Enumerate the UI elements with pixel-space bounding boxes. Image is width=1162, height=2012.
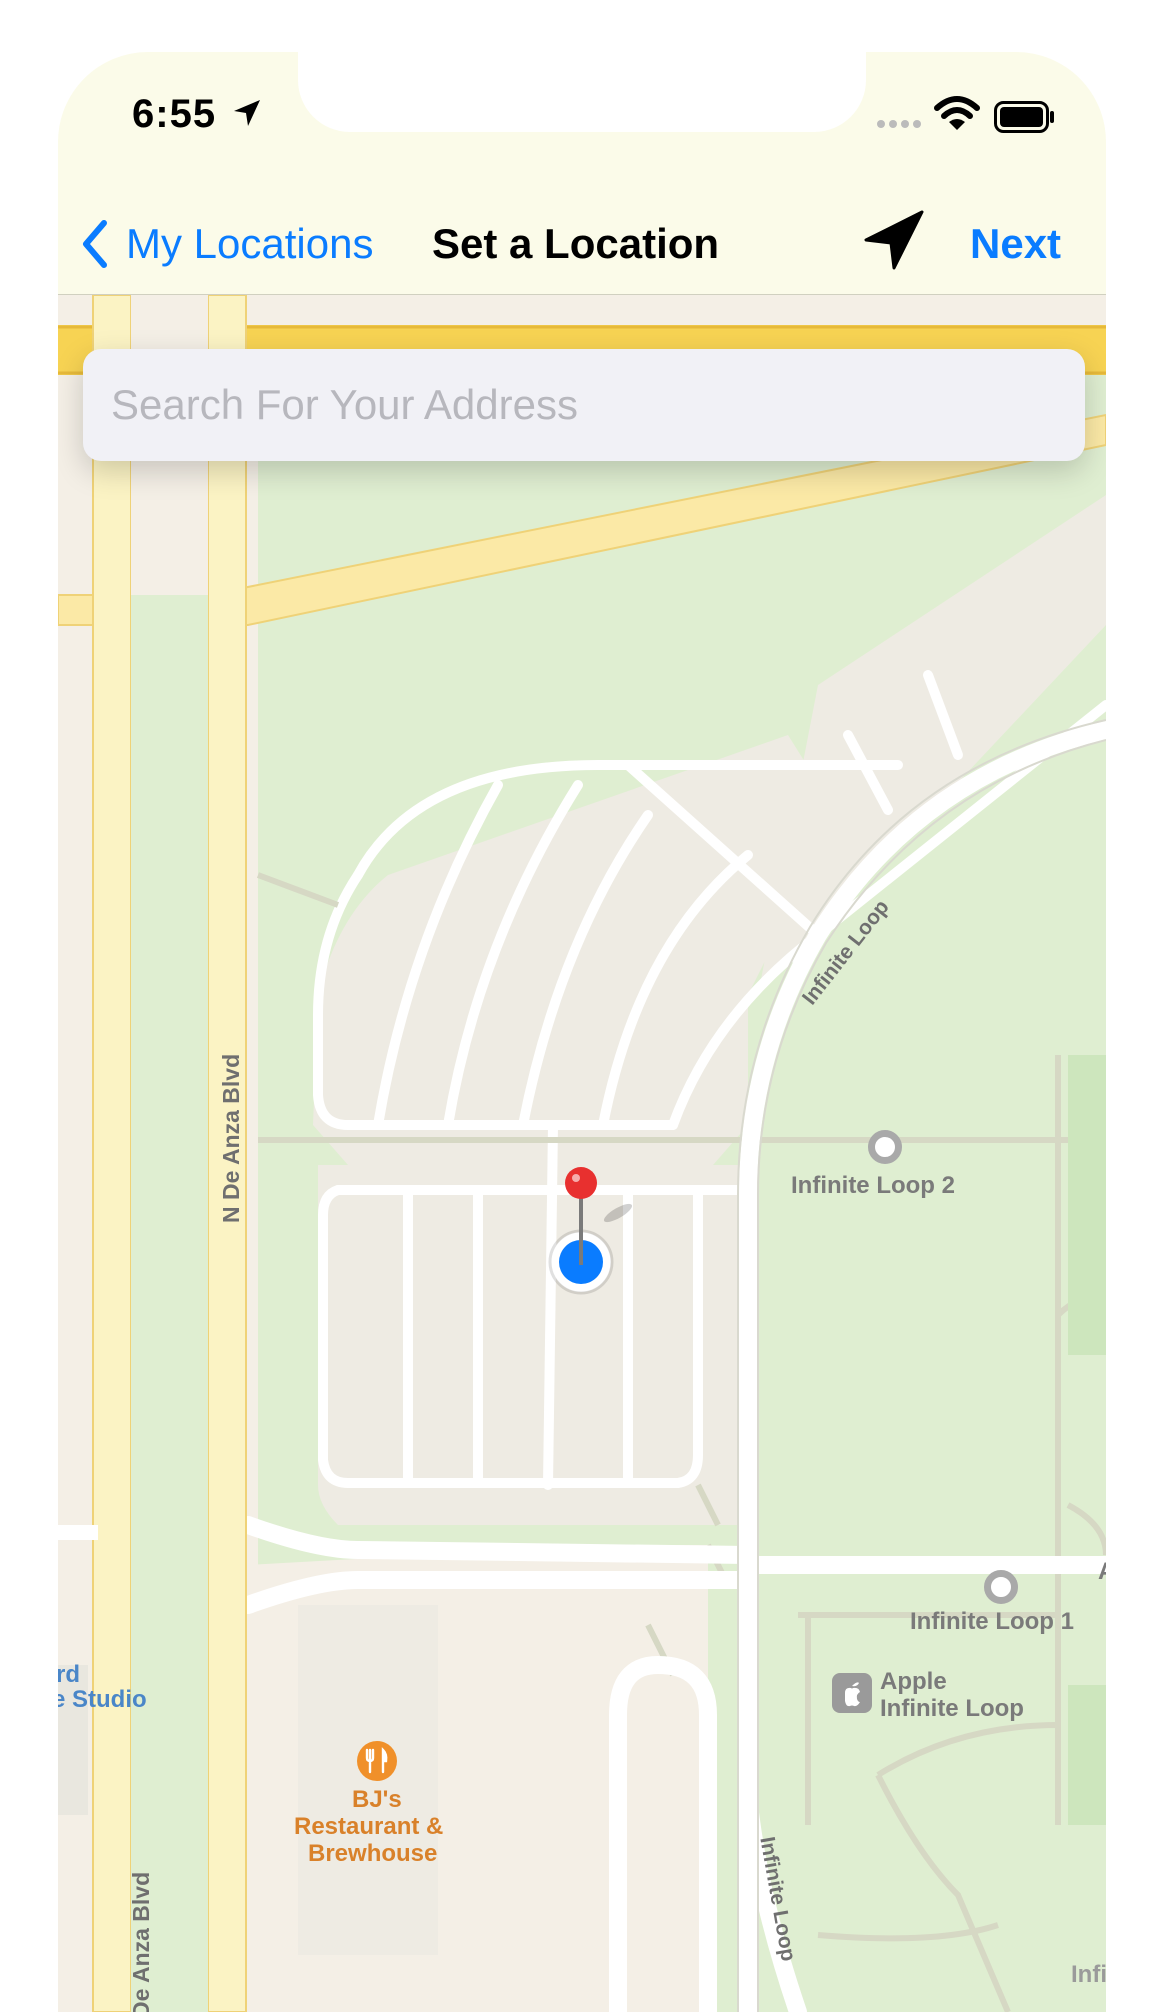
phone-screen: 6:55 My Locations Set a Location Next N … [58,52,1106,2012]
fork-knife-icon[interactable] [356,1740,398,1782]
address-search-bar[interactable] [83,349,1085,461]
status-time: 6:55 [132,92,217,136]
map-pin-icon[interactable] [563,1165,643,1275]
back-button-label: My Locations [126,220,374,267]
place-label-bjs-line2[interactable]: Restaurant & [294,1813,443,1840]
back-button[interactable]: My Locations [80,214,373,274]
chevron-left-icon [83,220,107,268]
road-label-de-anza-upper: N De Anza Blvd [218,1053,244,1223]
place-label-edge-infi: Infi [1071,1961,1106,1988]
place-label-studio-line2[interactable]: e Studio [58,1686,147,1713]
map-canvas [58,295,1106,2012]
place-label-bjs-line3[interactable]: Brewhouse [308,1840,437,1867]
place-marker-infinite-loop-1[interactable] [984,1570,1018,1604]
location-arrow-icon[interactable] [856,202,932,278]
road-label-de-anza-lower: N De Anza Blvd [128,1871,154,2012]
device-notch [298,52,866,132]
location-services-icon [234,100,260,126]
battery-icon [994,101,1054,133]
wifi-icon [934,96,980,130]
status-bar: 6:55 [58,52,1106,192]
apple-logo-icon[interactable] [832,1673,872,1713]
place-label-apple-line2[interactable]: Infinite Loop [880,1695,1024,1722]
place-label-bjs-line1[interactable]: BJ's [352,1786,402,1813]
place-label-apple-line1[interactable]: Apple [880,1668,947,1695]
place-label-edge-a: A [1098,1558,1106,1585]
page-title: Set a Location [432,220,720,267]
place-label-infinite-loop-2[interactable]: Infinite Loop 2 [791,1172,955,1199]
next-button[interactable]: Next [970,220,1061,268]
place-marker-infinite-loop-2[interactable] [868,1130,902,1164]
address-search-input[interactable] [83,349,1085,461]
place-label-studio-line1[interactable]: rd [58,1661,80,1688]
map-view[interactable]: N De Anza Blvd N De Anza Blvd Infinite L… [58,295,1106,2012]
place-label-infinite-loop-1[interactable]: Infinite Loop 1 [910,1608,1074,1635]
cellular-signal-icon [877,120,921,128]
navigation-bar: My Locations Set a Location Next [58,192,1106,295]
